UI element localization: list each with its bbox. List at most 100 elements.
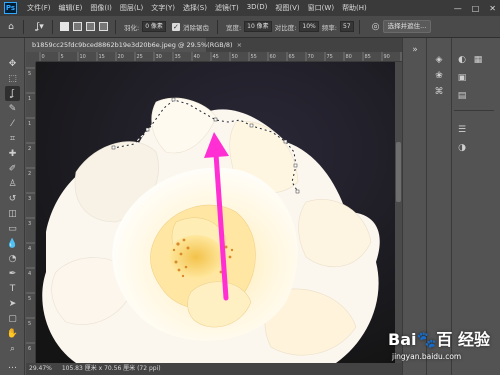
flower-image <box>36 62 402 363</box>
width-input[interactable]: 10 像素 <box>244 21 272 32</box>
ruler-label: 2 <box>28 171 31 177</box>
channels-icon[interactable]: ❀ <box>433 70 445 82</box>
ruler-label: 35 <box>175 54 181 60</box>
document-dimensions: 105.83 厘米 x 70.56 厘米 (72 ppi) <box>61 365 161 372</box>
feather-input[interactable]: 0 像素 <box>142 21 166 32</box>
horizontal-ruler: 05101520253035404550556065707580859095 <box>36 52 402 62</box>
clone-stamp-icon[interactable]: ♙ <box>5 176 20 191</box>
shape-icon[interactable]: ▢ <box>5 311 20 326</box>
document-tab[interactable]: b1859cc25fdc9bced8862b19e3d20b6e.jpeg @ … <box>26 38 242 52</box>
ruler-label: 55 <box>251 54 257 60</box>
history-brush-icon[interactable]: ↺ <box>5 191 20 206</box>
menu-select[interactable]: 选择(S) <box>179 3 211 13</box>
ruler-label: 1 <box>28 121 31 127</box>
divider <box>358 19 360 34</box>
pen-icon[interactable]: ✒ <box>5 266 20 281</box>
tools-panel: ✥ ⬚ ʆ ✎ ⁄ ⌗ ✚ ✐ ♙ ↺ ◫ ▭ 💧 ◔ ✒ T ➤ ▢ ✋ ⌕ … <box>0 38 25 375</box>
menu-view[interactable]: 视图(V) <box>271 3 303 13</box>
ruler-label: 30 <box>156 54 162 60</box>
magnetic-lasso-preset-icon[interactable]: ʆ▾ <box>33 20 47 34</box>
close-window-button[interactable]: ✕ <box>489 4 496 13</box>
vertical-ruler-ticks: 5 1 1 2 2 3 3 4 4 5 5 6 <box>26 67 35 352</box>
menu-window[interactable]: 窗口(W) <box>304 3 338 13</box>
panel-dock-3: ◐ ▦ ▣ ▤ ☰ ◑ <box>451 38 500 375</box>
more-tools-icon[interactable]: … <box>5 358 20 373</box>
ruler-label: 20 <box>118 54 124 60</box>
intersect-selection-icon[interactable] <box>99 22 108 31</box>
healing-brush-icon[interactable]: ✚ <box>5 146 20 161</box>
menu-filter[interactable]: 滤镜(T) <box>211 3 243 13</box>
ruler-label: 70 <box>308 54 314 60</box>
ruler-label: 5 <box>28 296 31 302</box>
menu-file[interactable]: 文件(F) <box>23 3 55 13</box>
ruler-label: 3 <box>28 221 31 227</box>
gradients-icon[interactable]: ▣ <box>456 72 468 84</box>
minimize-button[interactable]: — <box>454 4 462 13</box>
vertical-ruler: 5 1 1 2 2 3 3 4 4 5 5 6 <box>26 62 36 363</box>
select-and-mask-button[interactable]: 选择并遮住... <box>382 20 432 33</box>
ruler-label: 5 <box>28 71 31 77</box>
document-title: b1859cc25fdc9bced8862b19e3d20b6e.jpeg @ … <box>32 41 233 49</box>
blur-icon[interactable]: 💧 <box>5 236 20 251</box>
ruler-label: 4 <box>28 246 31 252</box>
paths-icon[interactable]: ⌘ <box>433 86 445 98</box>
zoom-icon[interactable]: ⌕ <box>5 341 20 356</box>
panel-dock-2: ◈ ❀ ⌘ <box>426 38 451 375</box>
pen-pressure-icon[interactable]: ◎ <box>369 20 383 34</box>
contrast-input[interactable]: 10% <box>299 21 319 32</box>
ruler-label: 60 <box>270 54 276 60</box>
layers-icon[interactable]: ◈ <box>433 54 445 66</box>
ruler-label: 65 <box>289 54 295 60</box>
move-icon[interactable]: ✥ <box>5 56 20 71</box>
crop-icon[interactable]: ⌗ <box>5 131 20 146</box>
properties-icon[interactable]: ☰ <box>456 124 468 136</box>
width-label: 宽度: <box>225 23 242 32</box>
ruler-label: 2 <box>28 146 31 152</box>
add-selection-icon[interactable] <box>73 22 82 31</box>
patterns-icon[interactable]: ▤ <box>456 90 468 102</box>
antialias-checkbox[interactable]: ✓ <box>171 22 180 31</box>
menu-3d[interactable]: 3D(D) <box>243 3 272 13</box>
frequency-label: 频率: <box>321 23 337 32</box>
eyedropper-icon[interactable]: ⁄ <box>5 116 20 131</box>
menu-layer[interactable]: 图层(L) <box>116 3 147 13</box>
divider <box>216 19 218 34</box>
menu-type[interactable]: 文字(Y) <box>147 3 179 13</box>
path-select-icon[interactable]: ➤ <box>5 296 20 311</box>
ruler-label: 15 <box>99 54 105 60</box>
brush-icon[interactable]: ✐ <box>5 161 20 176</box>
ruler-label: 0 <box>42 54 45 60</box>
hand-icon[interactable]: ✋ <box>5 326 20 341</box>
magnetic-lasso-icon[interactable]: ʆ <box>5 86 20 101</box>
type-icon[interactable]: T <box>5 281 20 296</box>
zoom-level[interactable]: 29.47% <box>29 365 52 372</box>
menu-image[interactable]: 图像(I) <box>86 3 116 13</box>
adjustments-icon[interactable]: ◑ <box>456 142 468 154</box>
swatches-icon[interactable]: ▦ <box>472 54 484 66</box>
quick-select-icon[interactable]: ✎ <box>5 101 20 116</box>
ruler-label: 90 <box>384 54 390 60</box>
ruler-label: 80 <box>346 54 352 60</box>
marquee-icon[interactable]: ⬚ <box>5 71 20 86</box>
collapse-panels-icon[interactable]: » <box>409 44 421 56</box>
vertical-scrollbar[interactable] <box>395 62 402 363</box>
dodge-icon[interactable]: ◔ <box>5 251 20 266</box>
divider <box>23 19 24 34</box>
home-icon[interactable]: ⌂ <box>4 20 18 34</box>
horizontal-ruler-ticks: 05101520253035404550556065707580859095 <box>39 52 402 61</box>
new-selection-icon[interactable] <box>60 22 69 31</box>
ruler-label: 5 <box>28 321 31 327</box>
frequency-input[interactable]: 57 <box>339 21 354 32</box>
close-document-icon[interactable]: × <box>237 41 242 49</box>
ruler-label: 85 <box>365 54 371 60</box>
eraser-icon[interactable]: ◫ <box>5 206 20 221</box>
color-icon[interactable]: ◐ <box>456 54 468 66</box>
document-canvas[interactable] <box>36 62 402 363</box>
maximize-button[interactable]: □ <box>472 4 480 13</box>
divider <box>115 19 116 34</box>
scrollbar-thumb[interactable] <box>396 142 401 202</box>
menu-edit[interactable]: 编辑(E) <box>55 3 87 13</box>
subtract-selection-icon[interactable] <box>86 22 95 31</box>
gradient-icon[interactable]: ▭ <box>5 221 20 236</box>
menu-help[interactable]: 帮助(H) <box>338 3 371 13</box>
